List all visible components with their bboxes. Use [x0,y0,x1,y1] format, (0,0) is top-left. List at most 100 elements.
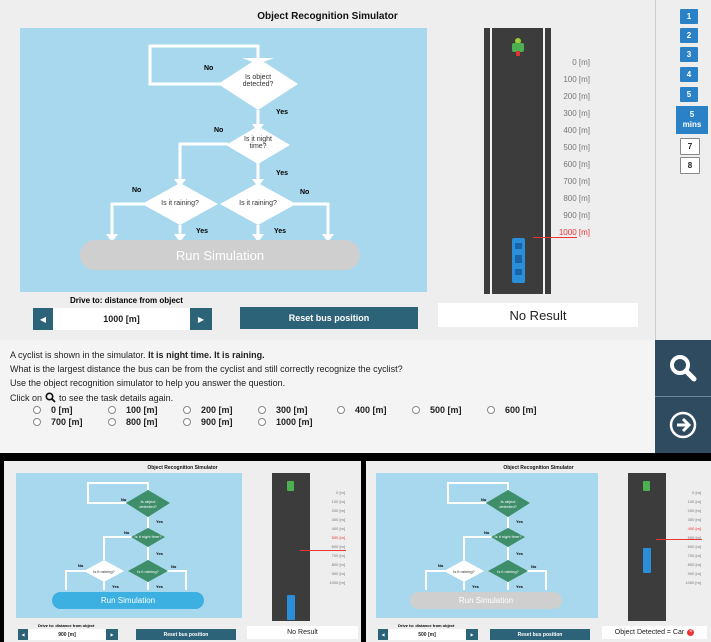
radio-button[interactable] [33,406,41,414]
answer-option[interactable]: 500 [m] [412,405,462,415]
answer-option[interactable]: 800 [m] [108,417,158,427]
label-no: No [132,187,142,194]
distance-label: 200 [m] [331,508,345,513]
example-road [628,473,666,621]
run-simulation-button[interactable]: Run Simulation [80,240,360,270]
distance-label: 200 [m] [687,508,701,513]
radio-button[interactable] [108,406,116,414]
distance-label: 700 [m] [563,177,590,186]
distance-increase-button[interactable]: ▶ [190,308,212,330]
action-bar [655,340,711,453]
example-left: Object Recognition Simulator Is object d… [4,461,361,642]
answer-option[interactable]: 400 [m] [337,405,387,415]
distance-decrease-button[interactable]: ◀ [18,629,28,640]
question-intro-bold: It is night time. It is raining. [148,350,265,360]
radio-button[interactable] [183,406,191,414]
distance-label: 700 [m] [687,553,701,558]
radio-button[interactable] [33,418,41,426]
answer-option[interactable]: 1000 [m] [258,417,313,427]
cyclist-icon [512,38,524,56]
distance-label: 1000 [m] [329,580,345,585]
answer-option[interactable]: 700 [m] [33,417,83,427]
distance-increase-button[interactable]: ▶ [466,629,478,640]
radio-button[interactable] [258,418,266,426]
question-intro: A cyclist is shown in the simulator. It … [10,350,265,360]
distance-label: 1000 [m] [685,580,701,585]
label-yes: Yes [516,584,523,589]
option-label: 1000 [m] [276,417,313,427]
distance-label: 100 [m] [331,499,345,504]
answer-option[interactable]: 0 [m] [33,405,73,415]
answer-option[interactable]: 300 [m] [258,405,308,415]
distance-value: 900 [m] [28,629,106,640]
run-simulation-button[interactable]: Run Simulation [52,592,204,609]
nav-item-2[interactable]: 2 [680,28,698,43]
distance-label: 700 [m] [331,553,345,558]
radio-button[interactable] [258,406,266,414]
nav-item-1[interactable]: 1 [680,9,698,24]
example-flowchart: Is object detected? Is it night time? Is… [376,473,598,618]
decision-night-time: Is it night time? [134,534,162,539]
label-no: No [300,189,310,196]
answer-option[interactable]: 600 [m] [487,405,537,415]
radio-button[interactable] [337,406,345,414]
radio-button[interactable] [487,406,495,414]
bus-icon [287,595,295,620]
label-no: No [204,65,214,72]
answer-option[interactable]: 200 [m] [183,405,233,415]
distance-label: 500 [m] [563,143,590,152]
label-yes: Yes [516,551,523,556]
decision-night-time: Is it night time? [243,136,272,150]
road-edge-right [543,28,545,294]
nav-item-4[interactable]: 4 [680,67,698,82]
distance-label: 400 [m] [563,126,590,135]
distance-decrease-button[interactable]: ◀ [33,308,53,330]
label-no: No [484,530,490,535]
nav-item-7[interactable]: 7 [680,138,700,155]
task-details-button[interactable] [655,340,711,397]
run-simulation-button[interactable]: Run Simulation [410,592,562,609]
arrow-right-circle-icon [669,411,697,439]
next-button[interactable] [655,397,711,453]
distance-decrease-button[interactable]: ◀ [378,629,388,640]
nav-item-5[interactable]: 5 [680,87,698,102]
nav-item-3[interactable]: 3 [680,47,698,62]
radio-button[interactable] [108,418,116,426]
drive-to-label: Drive to: distance from object [38,623,95,628]
result-display: Object Detected = Car × [602,626,707,639]
bus-icon[interactable] [512,238,525,283]
result-text: Object Detected = Car [614,629,685,636]
example-title: Object Recognition Simulator [503,465,574,471]
reset-bus-position-button[interactable]: Reset bus position [136,629,236,640]
flowchart-panel: Is object detected? Is it night time? Is… [20,28,427,292]
distance-label: 900 [m] [331,571,345,576]
decision-raining-left: Is it raining? [93,569,115,574]
option-label: 400 [m] [355,405,387,415]
radio-button[interactable] [412,406,420,414]
nav-item-current-timer[interactable]: 5 mins [676,106,708,134]
drive-to-label: Drive to: distance from object [398,623,455,628]
radio-button[interactable] [183,418,191,426]
question-panel: A cyclist is shown in the simulator. It … [0,340,655,453]
distance-label: 900 [m] [687,571,701,576]
label-no: No [214,127,224,134]
nav-item-8[interactable]: 8 [680,157,700,174]
distance-label: 800 [m] [563,194,590,203]
cyclist-icon [287,481,294,491]
distance-marker-line [533,237,577,238]
answer-option[interactable]: 900 [m] [183,417,233,427]
distance-label: 400 [m] [331,526,345,531]
example-title: Object Recognition Simulator [147,465,218,471]
answer-option[interactable]: 100 [m] [108,405,158,415]
question-text: What is the largest distance the bus can… [10,364,403,374]
distance-increase-button[interactable]: ▶ [106,629,118,640]
distance-label: 400 [m] [687,526,701,531]
distance-value: 1000 [m] [53,308,190,330]
option-label: 900 [m] [201,417,233,427]
question-intro-text: A cyclist is shown in the simulator. [10,350,149,360]
reset-bus-position-button[interactable]: Reset bus position [240,307,418,329]
simulator-panel: Object Recognition Simulator Is object d… [0,0,655,340]
option-label: 500 [m] [430,405,462,415]
reset-bus-position-button[interactable]: Reset bus position [490,629,590,640]
magnifier-icon [45,392,56,403]
